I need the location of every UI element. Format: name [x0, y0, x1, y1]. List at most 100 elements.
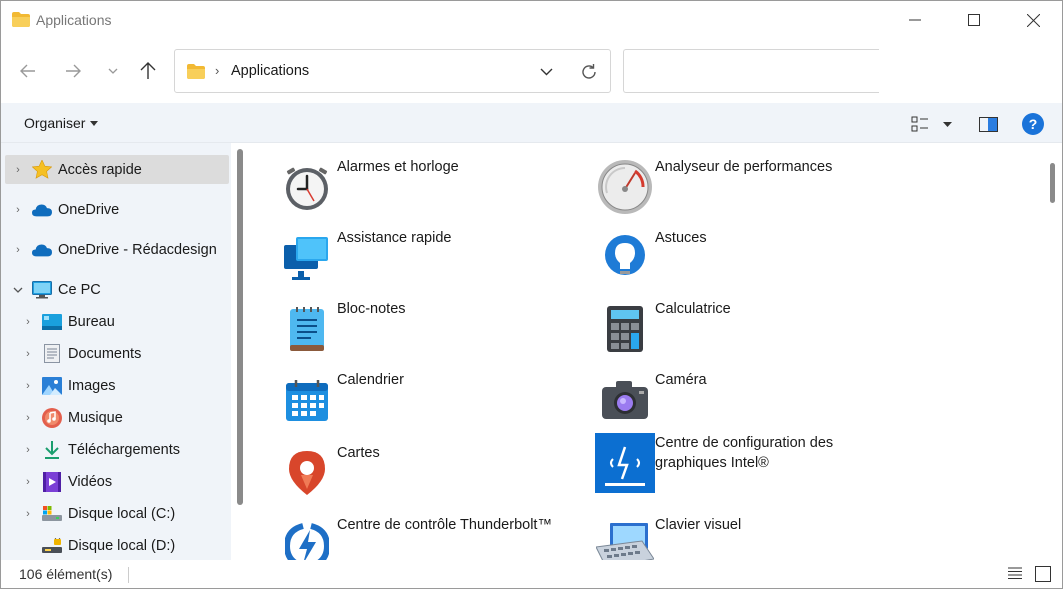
forward-button[interactable]: [59, 57, 87, 85]
sidebar-item-disque-d[interactable]: Disque local (D:): [5, 531, 229, 560]
app-item-bloc-notes[interactable]: Bloc-notes: [277, 299, 577, 369]
app-label: Calculatrice: [655, 301, 731, 317]
app-item-astuces[interactable]: Astuces: [595, 228, 895, 298]
search-input[interactable]: [623, 49, 879, 93]
navigation-pane: › Accès rapide › OneDrive › OneDrive - R…: [1, 143, 231, 560]
refresh-button[interactable]: [577, 61, 601, 83]
chevron-right-icon[interactable]: ›: [21, 443, 35, 457]
app-item-cartes[interactable]: Cartes: [277, 443, 577, 513]
chevron-right-icon[interactable]: ›: [11, 163, 25, 177]
close-button[interactable]: [1010, 1, 1056, 39]
app-item-thunderbolt[interactable]: Centre de contrôle Thunderbolt™: [277, 515, 577, 560]
change-view-button[interactable]: [909, 113, 931, 135]
chevron-right-icon[interactable]: ›: [21, 315, 35, 329]
preview-pane-icon: [978, 116, 998, 132]
preview-pane-button[interactable]: [977, 114, 999, 134]
chevron-right-icon[interactable]: ›: [21, 507, 35, 521]
sidebar-item-label: OneDrive: [58, 201, 120, 218]
view-options-dropdown[interactable]: [939, 115, 955, 133]
sidebar-item-telechargements[interactable]: › Téléchargements: [5, 435, 229, 464]
sidebar-item-label: Musique: [68, 409, 123, 426]
app-label: Centre de configuration des graphiques I…: [655, 435, 834, 471]
chevron-down-icon[interactable]: [11, 283, 25, 297]
organise-button[interactable]: Organiser: [24, 115, 99, 131]
intel-graphics-icon: [595, 433, 655, 493]
desktop-icon: [42, 312, 62, 332]
list-view-icon: [1008, 567, 1022, 579]
app-label: Astuces: [655, 230, 707, 246]
folder-icon: [12, 12, 30, 30]
app-item-analyseur[interactable]: Analyseur de performances: [595, 157, 895, 227]
app-label: Clavier visuel: [655, 517, 742, 533]
help-button[interactable]: ?: [1022, 113, 1044, 135]
sidebar-item-label: Ce PC: [58, 281, 101, 298]
recent-locations-button[interactable]: [99, 57, 127, 85]
folder-icon: [187, 64, 205, 82]
chevron-right-icon[interactable]: ›: [11, 203, 25, 217]
maximize-button[interactable]: [951, 1, 997, 39]
sidebar-item-label: OneDrive - Rédacdesign: [58, 241, 217, 258]
organise-label: Organiser: [24, 115, 86, 131]
map-pin-icon: [277, 443, 337, 503]
chevron-down-icon: [108, 68, 118, 74]
document-icon: [42, 344, 62, 364]
sidebar-item-label: Disque local (D:): [68, 537, 176, 554]
close-icon: [1026, 13, 1040, 27]
keyboard-icon: [595, 515, 655, 560]
sidebar-item-images[interactable]: › Images: [5, 371, 229, 400]
monitor-icon: [32, 280, 52, 300]
app-label: Centre de contrôle Thunderbolt™: [337, 517, 552, 533]
sidebar-item-musique[interactable]: › Musique: [5, 403, 229, 432]
content-scrollbar[interactable]: [1050, 163, 1055, 203]
back-button[interactable]: [14, 57, 42, 85]
chevron-right-icon[interactable]: ›: [21, 475, 35, 489]
app-item-calculatrice[interactable]: Calculatrice: [595, 299, 895, 369]
lightbulb-icon: [595, 228, 655, 288]
details-view-button[interactable]: [1007, 566, 1025, 582]
app-item-alarmes[interactable]: Alarmes et horloge: [277, 157, 577, 227]
chevron-right-icon[interactable]: ›: [21, 347, 35, 361]
arrow-up-icon: [140, 62, 156, 79]
sidebar-item-videos[interactable]: › Vidéos: [5, 467, 229, 496]
minimize-button[interactable]: [892, 1, 938, 39]
sidebar-item-acces-rapide[interactable]: › Accès rapide: [5, 155, 229, 184]
chevron-right-icon[interactable]: ›: [21, 379, 35, 393]
sidebar-item-onedrive-redacdesign[interactable]: › OneDrive - Rédacdesign: [5, 235, 229, 264]
app-item-camera[interactable]: Caméra: [595, 370, 895, 440]
item-count: 106 élément(s): [19, 566, 113, 582]
sidebar-item-bureau[interactable]: › Bureau: [5, 307, 229, 336]
breadcrumb-applications[interactable]: Applications: [231, 63, 309, 79]
app-item-assistance[interactable]: Assistance rapide: [277, 228, 577, 298]
sidebar-item-label: Vidéos: [68, 473, 113, 490]
sidebar-item-label: Accès rapide: [58, 161, 142, 178]
cloud-icon: [32, 200, 52, 220]
calendar-icon: [277, 370, 337, 430]
up-button[interactable]: [134, 57, 162, 85]
gauge-icon: [595, 157, 655, 217]
sidebar-scrollbar[interactable]: [237, 149, 243, 505]
navigation-bar: › Applications: [1, 39, 1062, 103]
calculator-icon: [595, 299, 655, 359]
sidebar-item-ce-pc[interactable]: Ce PC: [5, 275, 229, 304]
app-item-intel-graphics[interactable]: Centre de configuration des graphiques I…: [595, 433, 895, 503]
chevron-right-icon[interactable]: ›: [21, 411, 35, 425]
app-label: Bloc-notes: [337, 301, 406, 317]
caret-down-icon: [942, 121, 952, 127]
chevron-right-icon: ›: [215, 63, 220, 78]
address-dropdown-button[interactable]: [535, 62, 557, 82]
explorer-window: Applications › Applications Organiser ? …: [0, 0, 1063, 589]
camera-icon: [595, 370, 655, 430]
video-icon: [42, 471, 62, 492]
large-icons-view-button[interactable]: [1035, 566, 1051, 582]
music-icon: [42, 407, 62, 428]
sidebar-item-onedrive[interactable]: › OneDrive: [5, 195, 229, 224]
chevron-right-icon[interactable]: ›: [11, 243, 25, 257]
arrow-right-icon: [66, 64, 81, 78]
address-bar[interactable]: › Applications: [174, 49, 611, 93]
app-item-clavier-visuel[interactable]: Clavier visuel: [595, 515, 895, 560]
sidebar-item-documents[interactable]: › Documents: [5, 339, 229, 368]
sidebar-item-disque-c[interactable]: › Disque local (C:): [5, 499, 229, 528]
star-icon: [32, 160, 52, 180]
app-item-calendrier[interactable]: Calendrier: [277, 370, 577, 440]
caret-down-icon: [90, 120, 99, 126]
